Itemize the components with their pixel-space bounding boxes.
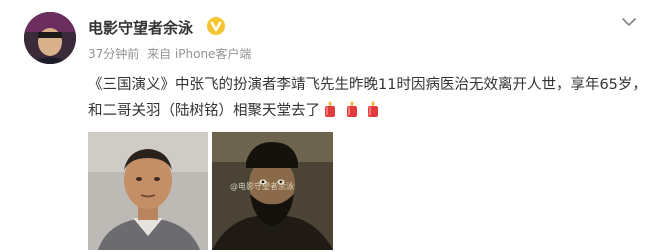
post-text: 《三国演义》中张飞的扮演者李靖飞先生昨晚11时因病医治无效离开人世，享年65岁，… (88, 72, 648, 127)
candle-emoji-icon (368, 101, 379, 117)
candle-emoji-icon (325, 101, 335, 117)
portrait-photo (88, 132, 208, 250)
avatar-image (24, 12, 76, 64)
post-photo-1[interactable] (88, 132, 208, 250)
photo-watermark: @电影守望者余泳 (230, 182, 294, 191)
verified-badge-icon (207, 17, 225, 35)
author-name[interactable]: 电影守望者余泳 (88, 17, 193, 38)
chevron-down-icon[interactable] (621, 16, 637, 28)
candle-emojis (322, 100, 382, 127)
post-time[interactable]: 37分钟前 (88, 47, 139, 61)
candle-emoji-icon (346, 101, 357, 117)
avatar[interactable] (24, 12, 76, 64)
post-source: 来自 iPhone客户端 (147, 47, 252, 61)
post-meta: 37分钟前 来自 iPhone客户端 (88, 45, 255, 62)
